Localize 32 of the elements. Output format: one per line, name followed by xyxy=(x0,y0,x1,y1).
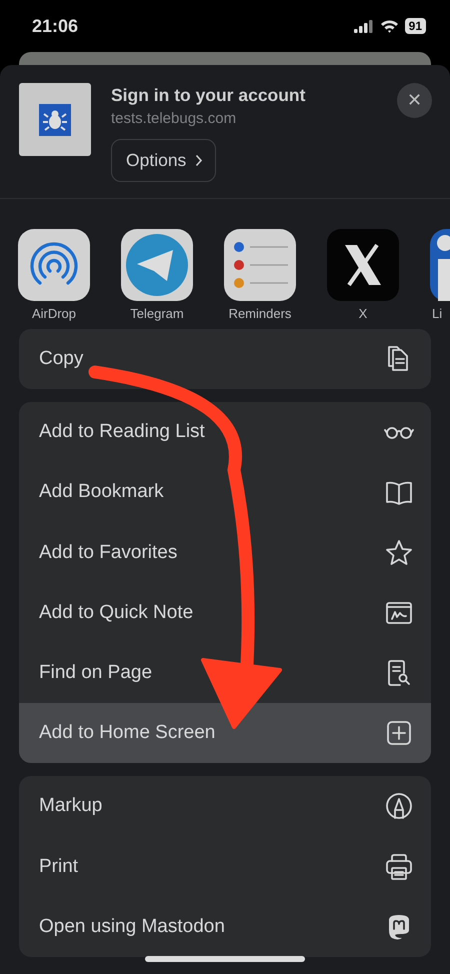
app-label: Telegram xyxy=(130,306,184,321)
app-label: X xyxy=(358,306,368,321)
app-label: Reminders xyxy=(228,306,292,321)
page-title: Sign in to your account xyxy=(111,85,306,106)
action-row[interactable]: Print xyxy=(19,836,431,897)
printer-icon xyxy=(384,852,414,882)
wifi-icon xyxy=(380,19,399,33)
x-letter-icon[interactable] xyxy=(327,229,399,301)
action-row[interactable]: Markup xyxy=(19,776,431,836)
action-row[interactable]: Add to Favorites xyxy=(19,522,431,583)
close-button[interactable]: ✕ xyxy=(397,83,432,118)
pen-icon xyxy=(384,791,414,822)
page-url: tests.telebugs.com xyxy=(111,110,236,127)
action-row[interactable]: Add Bookmark xyxy=(19,462,431,523)
action-row[interactable]: Add to Home Screen xyxy=(19,703,431,764)
paper-plane-icon[interactable] xyxy=(121,229,193,301)
app-label: Li xyxy=(432,306,442,321)
action-row[interactable]: Open using Mastodon xyxy=(19,896,431,957)
star-icon xyxy=(384,538,414,568)
signal-icon xyxy=(354,20,374,32)
action-row[interactable]: Find on Page xyxy=(19,642,431,704)
airdrop-icon[interactable] xyxy=(18,229,90,301)
status-time: 21:06 xyxy=(32,16,78,36)
checklist-icon[interactable] xyxy=(224,229,296,301)
battery-icon: 91 xyxy=(404,18,426,34)
options-button[interactable]: Options xyxy=(111,139,216,182)
app-label: AirDrop xyxy=(32,306,76,321)
chevron-icon xyxy=(195,154,204,167)
action-row[interactable]: Add to Reading List xyxy=(19,402,431,462)
action-row[interactable]: Add to Quick Note xyxy=(19,582,431,643)
bug-icon xyxy=(39,104,71,136)
action-row[interactable]: Copy xyxy=(19,329,431,390)
